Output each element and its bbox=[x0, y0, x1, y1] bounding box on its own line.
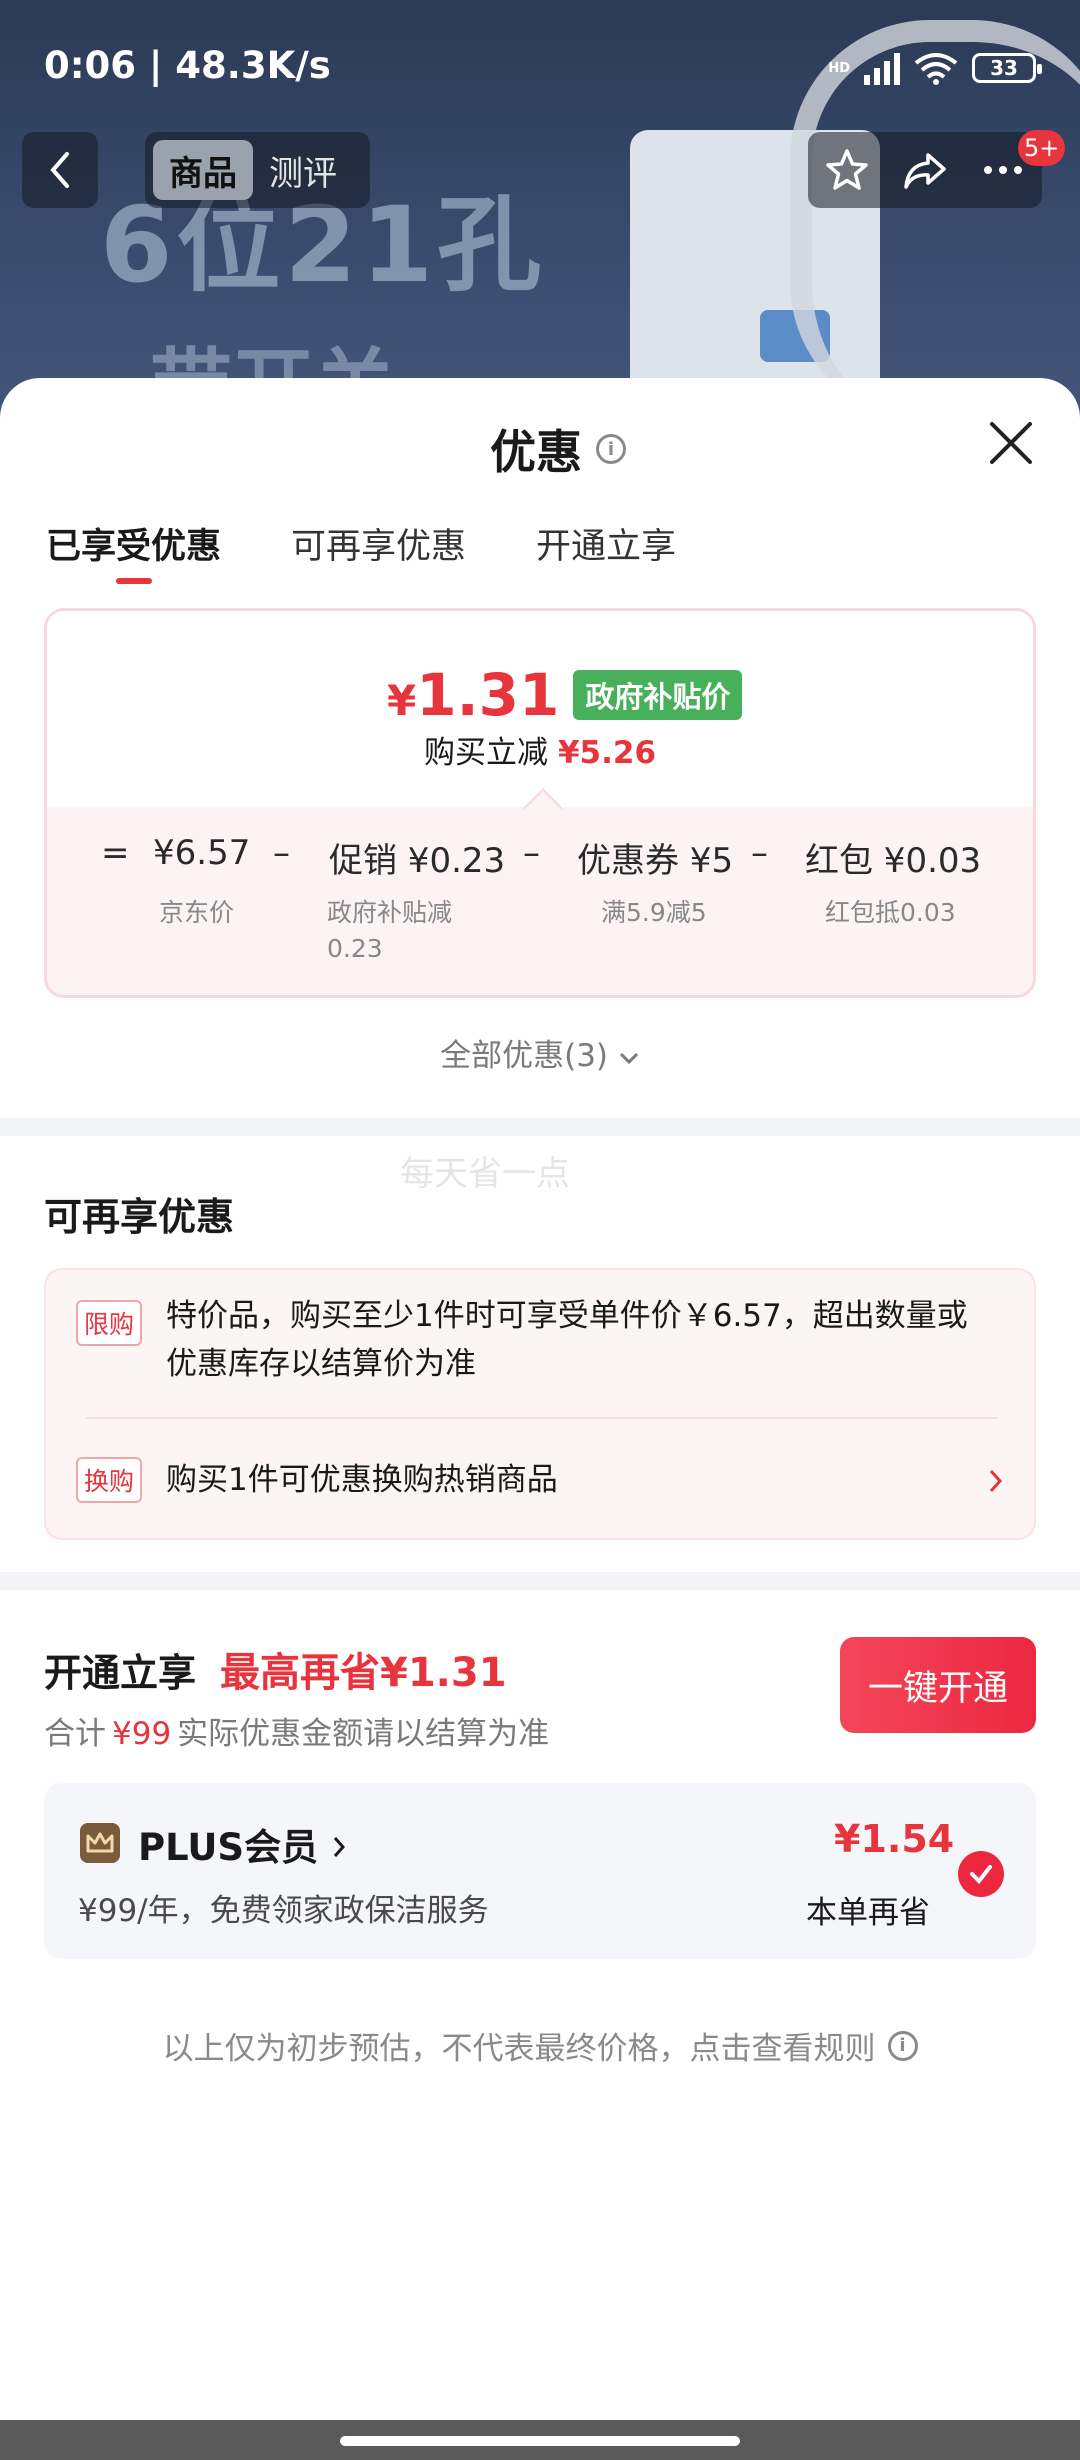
formula-red-packet: 红包 ¥0.03 bbox=[805, 841, 982, 881]
plus-member-card[interactable]: PLUS会员 ¥99/年，免费领家政保洁服务 ¥1.54 本单再省 bbox=[44, 1783, 1036, 1959]
gov-subsidy-badge: 政府补贴价 bbox=[573, 670, 743, 720]
formula-op: = bbox=[101, 833, 130, 873]
open-now-subtitle: 合计 ¥99 实际优惠金额请以结算为准 bbox=[44, 1716, 550, 1752]
status-time: 0:06 | 48.3K/s bbox=[44, 44, 331, 87]
battery-icon: 33 bbox=[972, 53, 1042, 83]
crown-icon bbox=[80, 1823, 120, 1863]
open-now-highlight: 最高再省¥1.31 bbox=[220, 1650, 507, 1696]
final-price: ¥ 1.31 政府补贴价 bbox=[387, 661, 743, 729]
one-click-open-button[interactable]: 一键开通 bbox=[840, 1637, 1036, 1733]
tab-more-offers[interactable]: 可再享优惠 bbox=[291, 518, 466, 569]
price-summary-card: ¥ 1.31 政府补贴价 购买立减 ¥5.26 = ¥6.57 – 促销 ¥0.2… bbox=[44, 608, 1036, 998]
home-indicator[interactable] bbox=[340, 2436, 740, 2446]
product-nav-tabs: 商品 测评 bbox=[145, 132, 370, 208]
formula-coupon-label: 满5.9减5 bbox=[601, 898, 707, 927]
formula-coupon: 优惠券 ¥5 bbox=[577, 841, 734, 881]
discount-sheet: 优惠 i 已享受优惠 可再享优惠 开通立享 ¥ 1.31 政府补贴价 购买立减 ¥… bbox=[0, 378, 1080, 2420]
formula-op: – bbox=[273, 833, 290, 873]
share-icon[interactable] bbox=[902, 147, 948, 193]
network-type-label: HD bbox=[828, 60, 850, 76]
section-divider bbox=[0, 1572, 1080, 1590]
tab-open-now[interactable]: 开通立享 bbox=[536, 518, 676, 569]
exchange-purchase-tag: 换购 bbox=[76, 1457, 142, 1503]
status-bar: 0:06 | 48.3K/s HD 33 bbox=[0, 0, 1080, 130]
discount-tabs: 已享受优惠 可再享优惠 开通立享 bbox=[46, 518, 676, 584]
info-icon[interactable]: i bbox=[596, 434, 626, 464]
formula-jd-price-label: 京东价 bbox=[159, 898, 235, 927]
reduce-value: ¥5.26 bbox=[557, 735, 657, 771]
message-count-badge: 5+ bbox=[1018, 130, 1066, 166]
check-icon[interactable] bbox=[958, 1851, 1004, 1897]
nav-actions bbox=[808, 132, 1042, 208]
rules-footnote-text: 以上仅为初步预估，不代表最终价格，点击查看规则 bbox=[162, 2031, 876, 2067]
exchange-purchase-text[interactable]: 购买1件可优惠换购热销商品 bbox=[166, 1456, 558, 1504]
tab-enjoyed-offers[interactable]: 已享受优惠 bbox=[46, 518, 221, 584]
status-icons: HD 33 bbox=[828, 48, 1042, 88]
star-icon[interactable] bbox=[824, 147, 870, 193]
reduce-row: 购买立减 ¥5.26 bbox=[47, 727, 1033, 772]
sheet-title: 优惠 bbox=[490, 425, 582, 479]
plus-member-name[interactable]: PLUS会员 bbox=[138, 1817, 347, 1871]
open-now-header: 开通立享 最高再省¥1.31 bbox=[44, 1640, 507, 1698]
final-price-value: 1.31 bbox=[416, 661, 560, 729]
total-amount: ¥99 bbox=[112, 1716, 172, 1752]
formula-jd-price: ¥6.57 bbox=[153, 833, 251, 873]
all-offers-label: 全部优惠(3) bbox=[440, 1038, 609, 1074]
watermark: 每天省一点 bbox=[400, 1154, 570, 1194]
more-offers-title: 可再享优惠 bbox=[44, 1195, 235, 1239]
formula-promo-label: 政府补贴减 0.23 bbox=[327, 898, 453, 963]
limited-purchase-tag: 限购 bbox=[76, 1300, 142, 1346]
open-now-title: 开通立享 bbox=[44, 1651, 197, 1695]
section-divider bbox=[0, 1118, 1080, 1136]
formula-op: – bbox=[523, 833, 540, 873]
close-icon[interactable] bbox=[988, 420, 1034, 466]
more-offers-list: 限购 特价品，购买至少1件时可享受单件价￥6.57，超出数量或 优惠库存以结算价… bbox=[44, 1268, 1036, 1540]
plus-save-label: 本单再省 bbox=[806, 1895, 930, 1931]
sheet-header: 优惠 i bbox=[490, 416, 626, 482]
formula-red-packet-label: 红包抵0.03 bbox=[825, 898, 956, 927]
promo-divider bbox=[86, 1417, 998, 1419]
tab-product[interactable]: 商品 bbox=[153, 140, 253, 200]
back-button[interactable] bbox=[22, 132, 98, 208]
chevron-right-icon bbox=[333, 1837, 345, 1857]
info-icon: i bbox=[887, 2030, 918, 2061]
tab-review[interactable]: 测评 bbox=[253, 140, 353, 200]
price-breakdown: = ¥6.57 – 促销 ¥0.23 – 优惠券 ¥5 – 红包 ¥0.03 京… bbox=[47, 807, 1033, 995]
wifi-icon bbox=[914, 53, 958, 85]
currency-symbol: ¥ bbox=[387, 676, 417, 725]
navigation-bar bbox=[0, 2420, 1080, 2460]
plus-save-amount: ¥1.54 bbox=[834, 1817, 955, 1861]
all-offers-toggle[interactable]: 全部优惠(3) bbox=[0, 1030, 1080, 1075]
rules-footnote[interactable]: 以上仅为初步预估，不代表最终价格，点击查看规则 i bbox=[0, 2023, 1080, 2068]
formula-op: – bbox=[751, 833, 768, 873]
reduce-label: 购买立减 bbox=[423, 735, 548, 771]
chevron-right-icon[interactable] bbox=[986, 1466, 1006, 1496]
plus-member-desc: ¥99/年，免费领家政保洁服务 bbox=[78, 1893, 489, 1929]
chevron-left-icon bbox=[50, 152, 69, 188]
signal-icon bbox=[864, 51, 900, 85]
battery-level: 33 bbox=[990, 56, 1018, 80]
formula-promo: 促销 ¥0.23 bbox=[329, 841, 506, 881]
chevron-down-icon bbox=[619, 1052, 638, 1065]
limited-purchase-text: 特价品，购买至少1件时可享受单件价￥6.57，超出数量或 优惠库存以结算价为准 bbox=[166, 1298, 968, 1382]
